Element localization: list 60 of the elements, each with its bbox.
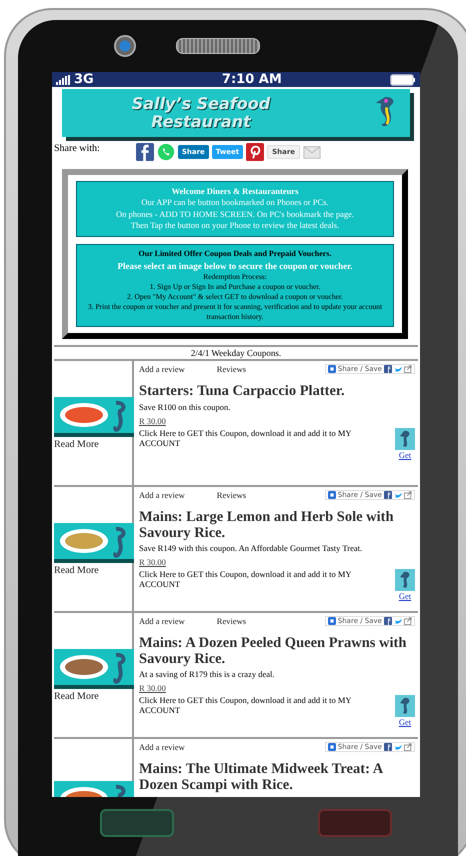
add-review-link[interactable]: Add a review [139, 742, 185, 752]
external-share-icon[interactable] [404, 491, 412, 500]
coupon-image[interactable] [54, 648, 134, 689]
facebook-icon[interactable] [384, 365, 392, 374]
reviews-link[interactable]: Reviews [216, 616, 246, 626]
coupon-title: Mains: The Ultimate Midweek Treat: A Dozen Scampi with Rice. [139, 762, 384, 793]
coupon-description: Save R149 with this coupon. An Affordable Gourmet Tasty Treat. [139, 542, 364, 553]
welcome-text: Welcome Diners & Restauranteurs [170, 186, 300, 198]
facebook-icon[interactable] [384, 743, 392, 752]
bird-icon[interactable] [394, 365, 402, 374]
reviews-link[interactable]: Reviews [216, 364, 246, 374]
external-share-icon[interactable] [404, 617, 412, 626]
get-coupon-text[interactable]: Click Here to GET this Coupon, download it and add it to MY ACCOUNT [139, 428, 379, 448]
facebook-icon[interactable] [384, 491, 392, 500]
coupon-title: Mains: A Dozen Peeled Queen Prawns with Savoury Rice. [139, 636, 408, 667]
get-coupon-text[interactable]: Click Here to GET this Coupon, download it and add it to MY ACCOUNT [139, 568, 379, 589]
coupon-price: R 30.00 [139, 416, 167, 426]
share-icon[interactable] [328, 743, 336, 752]
coupon-price: R 30.00 [139, 556, 167, 567]
add-review-link[interactable]: Add a review [139, 364, 185, 374]
offer-heading: Our Limited Offer Coupon Deals and Prepaid Vouchers. [138, 248, 332, 260]
add-review-link[interactable]: Add a review [139, 490, 185, 500]
add-review-link[interactable]: Add a review [139, 616, 185, 626]
share-icon[interactable] [328, 365, 336, 374]
bird-icon[interactable] [394, 617, 402, 626]
read-more-link[interactable]: Read More [54, 690, 132, 702]
coupon-image[interactable] [54, 522, 134, 563]
network-label: 3G [74, 72, 94, 87]
section-title: 2/4/1 Weekday Coupons. [54, 345, 418, 362]
facebook-icon[interactable] [136, 143, 154, 161]
read-more-link[interactable]: Read More [54, 438, 132, 450]
share-label: Share with: [54, 143, 100, 154]
welcome-text: Our APP can be button bookmarked on Phones or PCs. [140, 197, 330, 209]
welcome-text: Then Tap the button on your Phone to review the latest deals. [130, 220, 340, 232]
welcome-text: On phones - ADD TO HOME SCREEN. On PC's bookmark the page. [114, 208, 356, 220]
share-icon[interactable] [328, 491, 336, 500]
banner-title: Sally’s Seafood Restaurant [130, 94, 272, 132]
offer-subheading: Please select an image below to secure the coupon or voucher. [116, 260, 354, 272]
camera-icon [114, 35, 136, 57]
reviews-link[interactable]: Reviews [216, 490, 246, 500]
read-more-link[interactable]: Read More [54, 564, 132, 576]
share-icon[interactable] [328, 617, 336, 626]
coupon-price: R 30.00 [139, 682, 167, 693]
bird-icon[interactable] [394, 491, 402, 500]
get-link[interactable]: Get [398, 590, 412, 601]
external-share-icon[interactable] [404, 743, 412, 752]
get-link[interactable]: Get [398, 450, 412, 460]
coupon-description: Save R100 on this coupon. [139, 402, 232, 412]
status-time: 7:10 AM [222, 72, 282, 87]
signal-icon [56, 74, 72, 84]
facebook-icon[interactable] [384, 617, 392, 626]
coupon-image[interactable] [54, 396, 134, 437]
coupon-description: At a saving of R179 this is a crazy deal. [139, 668, 276, 679]
bird-icon[interactable] [394, 743, 402, 752]
get-link[interactable]: Get [398, 716, 412, 727]
coupon-title: Starters: Tuna Carpaccio Platter. [139, 384, 346, 400]
coupon-title: Mains: Large Lemon and Herb Sole with Savoury Rice. [139, 510, 395, 541]
external-share-icon[interactable] [404, 365, 412, 374]
pin-icon[interactable] [246, 143, 264, 161]
get-coupon-text[interactable]: Click Here to GET this Coupon, download it and add it to MY ACCOUNT [139, 694, 379, 715]
